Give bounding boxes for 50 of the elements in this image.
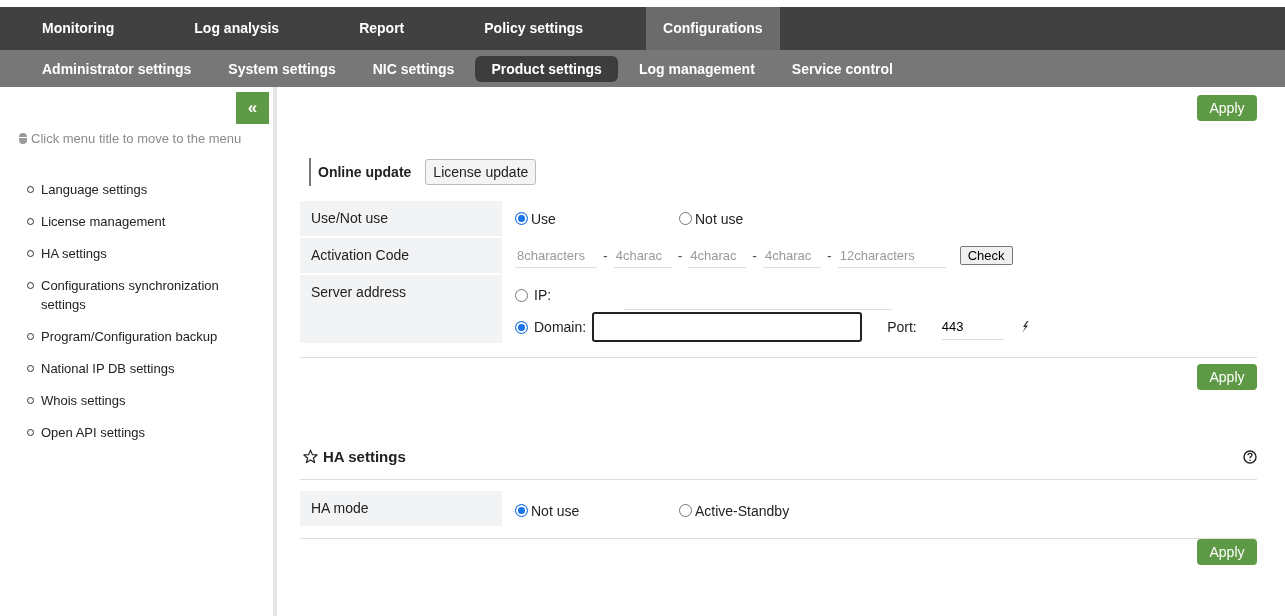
port-label: Port: — [887, 319, 917, 335]
sub-nav-tab[interactable]: Product settings — [475, 55, 618, 82]
menu-item[interactable]: Whois settings — [41, 391, 126, 410]
menu-hint: Click menu title to move to the menu — [31, 131, 242, 146]
radio-label: IP: — [534, 287, 552, 303]
lightning-icon — [1020, 321, 1029, 333]
radio-button[interactable] — [679, 504, 692, 517]
row-label: Activation Code — [300, 238, 502, 273]
sub-nav-tab[interactable]: System settings — [212, 55, 352, 82]
separator-dash: - — [603, 247, 608, 264]
update-tab[interactable]: Online update — [309, 158, 412, 186]
radio-label: Not use — [531, 502, 580, 519]
sub-nav-tab[interactable]: Log management — [622, 55, 771, 82]
radio-button[interactable] — [515, 504, 528, 517]
radio-label: Active-Standby — [695, 502, 790, 519]
nav-tab[interactable]: Log analysis — [177, 7, 297, 50]
radio-button[interactable] — [515, 288, 528, 302]
sub-nav-tab[interactable]: Administrator settings — [26, 55, 208, 82]
mouse-icon — [19, 133, 27, 144]
menu-item[interactable]: Open API settings — [41, 423, 146, 442]
menu-item[interactable]: Configurations synchronization settings — [41, 276, 237, 314]
nav-tab[interactable]: Configurations — [646, 7, 780, 50]
row-label: HA mode — [300, 491, 502, 526]
radio-button[interactable] — [515, 320, 528, 334]
domain-field[interactable] — [592, 312, 863, 342]
sub-nav-tab[interactable]: NIC settings — [356, 55, 471, 82]
row-label: Server address — [300, 275, 502, 343]
menu-item[interactable]: HA settings — [41, 244, 107, 263]
nav-tab[interactable]: Report — [342, 7, 422, 50]
menu-item[interactable]: Language settings — [41, 180, 148, 199]
nav-tab[interactable]: Monitoring — [25, 7, 132, 50]
check-button[interactable]: Check — [959, 246, 1013, 265]
menu-item[interactable]: National IP DB settings — [41, 359, 175, 378]
menu-item[interactable]: License management — [41, 212, 166, 231]
sub-nav-tab[interactable]: Service control — [775, 55, 909, 82]
radio-label: Not use — [695, 210, 744, 227]
star-icon — [303, 449, 318, 464]
radio-button[interactable] — [515, 212, 528, 225]
radio-label: Use — [531, 210, 556, 227]
separator-dash: - — [752, 247, 757, 264]
separator-dash: - — [677, 247, 683, 264]
menu-item[interactable]: Program/Configuration backup — [41, 327, 218, 346]
nav-tab[interactable]: Policy settings — [467, 7, 601, 50]
update-tab[interactable]: License update — [425, 159, 537, 185]
radio-label: Domain: — [534, 319, 587, 335]
section-title: HA settings — [323, 448, 407, 465]
row-label: Use/Not use — [300, 201, 502, 236]
help-icon[interactable] — [1243, 449, 1257, 464]
radio-button[interactable] — [679, 212, 692, 225]
separator-dash: - — [827, 247, 832, 264]
